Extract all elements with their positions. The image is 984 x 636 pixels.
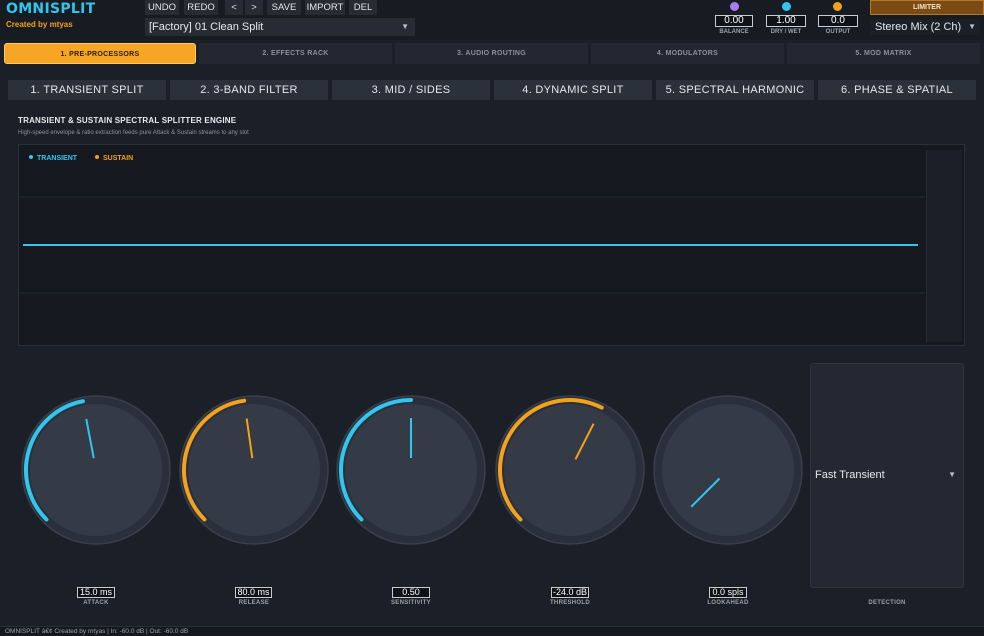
legend-transient-dot <box>29 155 33 159</box>
lookahead-label: LOOKAHEAD <box>707 600 749 606</box>
chevron-down-icon: ▼ <box>948 470 956 479</box>
sensitivity-value[interactable]: 0.50 <box>392 587 430 598</box>
lookahead-knob-face <box>662 404 794 536</box>
sensitivity-knob[interactable] <box>336 395 486 545</box>
status-bar: OMNISPLIT â€¢ Created by mtyas | In: -60… <box>0 626 984 636</box>
threshold-knob[interactable] <box>495 395 645 545</box>
lookahead-knob[interactable] <box>653 395 803 545</box>
legend-sustain-dot <box>95 155 99 159</box>
legend-transient-label: TRANSIENT <box>37 155 78 162</box>
attack-label: ATTACK <box>83 600 109 606</box>
detection-label: DETECTION <box>868 600 906 606</box>
detection-select[interactable]: Fast Transient ▼ <box>815 469 960 483</box>
release-value[interactable]: 80.0 ms <box>235 587 272 598</box>
threshold-label: THRESHOLD <box>549 600 591 606</box>
detection-value: Fast Transient <box>815 469 885 481</box>
attack-knob-face <box>30 404 162 536</box>
attack-knob[interactable] <box>21 395 171 545</box>
legend-sustain-label: SUSTAIN <box>103 155 133 162</box>
sensitivity-label: SENSITIVITY <box>391 600 431 606</box>
release-knob-face <box>188 404 320 536</box>
threshold-knob-face <box>504 404 636 536</box>
threshold-value[interactable]: -24.0 dB <box>551 587 589 598</box>
release-label: RELEASE <box>238 600 270 606</box>
attack-value[interactable]: 15.0 ms <box>77 587 115 598</box>
lookahead-value[interactable]: 0.0 spls <box>709 587 747 598</box>
release-knob[interactable] <box>179 395 329 545</box>
